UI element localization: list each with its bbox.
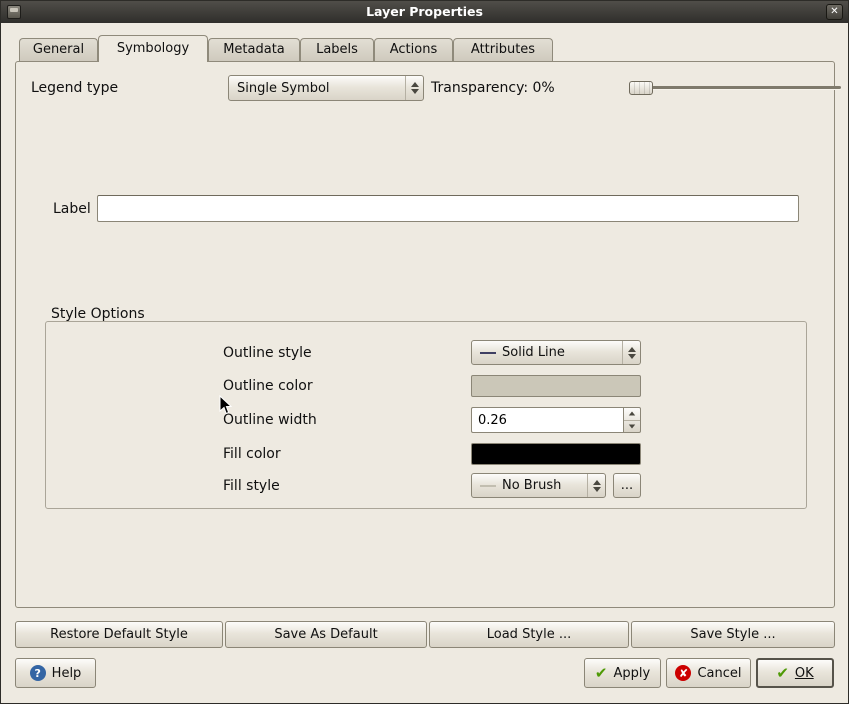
outline-width-spinbox [471, 407, 641, 433]
label-field-label: Label [53, 201, 91, 217]
solid-line-icon [480, 352, 496, 354]
no-brush-icon [480, 485, 496, 487]
ok-button[interactable]: ✔ OK [756, 658, 834, 688]
transparency-slider[interactable] [651, 86, 841, 89]
close-button[interactable]: ✕ [826, 4, 843, 20]
tab-label: Actions [390, 42, 438, 57]
transparency-label: Transparency: 0% [431, 80, 555, 96]
button-label: Save Style ... [690, 627, 775, 642]
cancel-button[interactable]: ✘ Cancel [666, 658, 751, 688]
outline-style-label: Outline style [223, 345, 312, 361]
tab-label: General [33, 42, 84, 57]
spinner-arrows-icon [405, 76, 423, 100]
button-label: Help [52, 666, 82, 681]
style-options-title: Style Options [51, 306, 145, 322]
fill-style-label: Fill style [223, 478, 280, 494]
fill-color-button[interactable] [471, 443, 641, 465]
fill-style-select[interactable]: No Brush [471, 473, 606, 498]
legend-type-value: Single Symbol [237, 81, 330, 96]
spin-down-button[interactable] [624, 421, 640, 433]
spin-up-button[interactable] [624, 408, 640, 421]
spinner-arrows-icon [622, 341, 640, 364]
spinner-arrows-icon [587, 474, 605, 497]
help-icon: ? [30, 665, 46, 681]
close-icon: ✕ [830, 6, 838, 17]
outline-color-button[interactable] [471, 375, 641, 397]
button-label: OK [795, 666, 814, 681]
legend-type-label: Legend type [31, 80, 118, 96]
layer-properties-dialog: Layer Properties ✕ General Symbology Met… [0, 0, 849, 704]
tab-label: Labels [316, 42, 358, 57]
outline-width-label: Outline width [223, 412, 317, 428]
legend-type-select[interactable]: Single Symbol [228, 75, 424, 101]
fill-style-browse-button[interactable]: ... [613, 473, 641, 498]
apply-button[interactable]: ✔ Apply [584, 658, 661, 688]
tab-general[interactable]: General [19, 38, 98, 61]
outline-style-value: Solid Line [502, 345, 565, 360]
slider-handle[interactable] [629, 81, 653, 95]
ok-icon: ✔ [776, 666, 789, 681]
button-label: Restore Default Style [50, 627, 188, 642]
titlebar[interactable]: Layer Properties ✕ [1, 1, 848, 23]
mouse-cursor [219, 395, 233, 415]
tab-attributes[interactable]: Attributes [453, 38, 553, 61]
load-style-button[interactable]: Load Style ... [429, 621, 629, 648]
fill-color-label: Fill color [223, 446, 281, 462]
window-title: Layer Properties [1, 1, 848, 23]
apply-icon: ✔ [595, 666, 608, 681]
tab-labels[interactable]: Labels [300, 38, 374, 61]
style-options-group [45, 321, 807, 509]
tab-actions[interactable]: Actions [374, 38, 453, 61]
restore-default-style-button[interactable]: Restore Default Style [15, 621, 223, 648]
label-input[interactable] [97, 195, 799, 222]
cancel-icon: ✘ [675, 665, 691, 681]
fill-style-value: No Brush [502, 478, 561, 493]
save-style-button[interactable]: Save Style ... [631, 621, 835, 648]
window-icon [7, 5, 21, 19]
tab-label: Attributes [471, 42, 535, 57]
button-label: Apply [613, 666, 650, 681]
save-as-default-button[interactable]: Save As Default [225, 621, 427, 648]
outline-color-label: Outline color [223, 378, 313, 394]
help-button[interactable]: ? Help [15, 658, 96, 688]
button-label: Load Style ... [487, 627, 572, 642]
tab-symbology[interactable]: Symbology [98, 35, 208, 62]
browse-label: ... [621, 478, 633, 493]
button-label: Cancel [697, 666, 741, 681]
tab-label: Metadata [223, 42, 285, 57]
tab-metadata[interactable]: Metadata [208, 38, 300, 61]
outline-style-select[interactable]: Solid Line [471, 340, 641, 365]
tab-label: Symbology [117, 41, 189, 56]
outline-width-input[interactable] [471, 407, 623, 433]
button-label: Save As Default [274, 627, 377, 642]
